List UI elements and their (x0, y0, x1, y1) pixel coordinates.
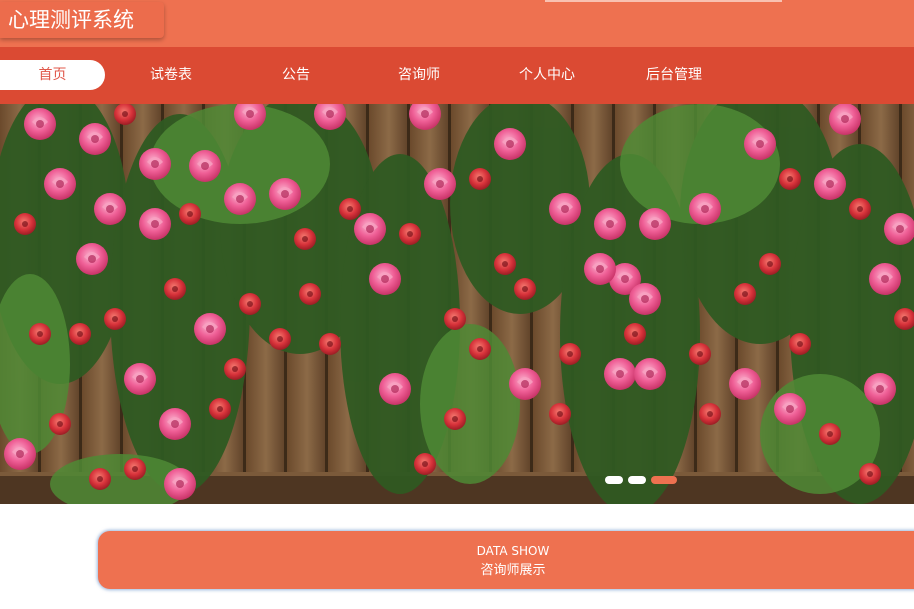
rose-fence-image (0, 104, 914, 504)
section-title-banner: DATA SHOW 咨询师展示 (98, 531, 914, 589)
nav-item-test-papers[interactable]: 试卷表 (130, 60, 212, 90)
carousel-dot-3[interactable] (651, 476, 677, 484)
main-nav: 首页 试卷表 公告 咨询师 个人中心 后台管理 (0, 47, 914, 104)
nav-item-announcements[interactable]: 公告 (255, 60, 337, 90)
nav-item-personal-center[interactable]: 个人中心 (506, 60, 588, 90)
nav-item-admin[interactable]: 后台管理 (633, 60, 715, 90)
header-strip (545, 0, 782, 2)
carousel-dot-1[interactable] (605, 476, 623, 484)
top-header: 心理测评系统 (0, 0, 914, 47)
nav-item-counselors[interactable]: 咨询师 (378, 60, 460, 90)
carousel-slide[interactable] (0, 104, 914, 504)
nav-item-home[interactable]: 首页 (0, 60, 105, 90)
app-title: 心理测评系统 (0, 2, 164, 38)
section-title-en: DATA SHOW (476, 544, 550, 558)
section-title-cn: 咨询师展示 (480, 563, 546, 578)
carousel-dot-2[interactable] (628, 476, 646, 484)
